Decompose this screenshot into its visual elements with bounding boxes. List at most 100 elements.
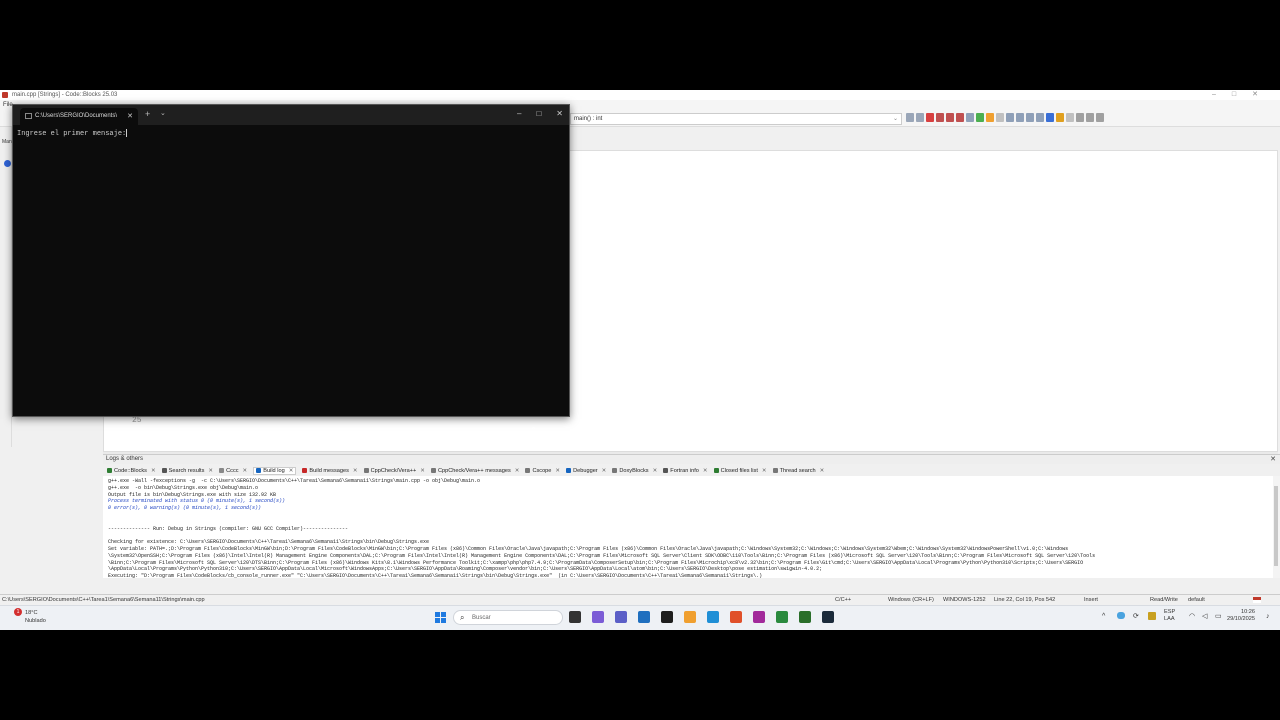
chrome-icon[interactable] [776, 611, 788, 623]
function-selector-value: main() : int [574, 116, 603, 122]
bookmark-clear-icon[interactable] [956, 113, 964, 122]
bookmark-prev-icon[interactable] [936, 113, 944, 122]
norton-icon[interactable] [1148, 612, 1156, 620]
project-icon[interactable] [4, 160, 11, 167]
clock[interactable]: 10:26 29/10/2025 [1227, 609, 1255, 623]
file-explorer-icon[interactable] [684, 611, 696, 623]
comment-icon[interactable] [1026, 113, 1034, 122]
blank-icon[interactable] [996, 113, 1004, 122]
cloud-icon[interactable] [1117, 612, 1125, 619]
epic-icon[interactable] [661, 611, 673, 623]
jump-icon[interactable] [966, 113, 974, 122]
pencil-icon[interactable] [986, 113, 994, 122]
tab-close-icon[interactable]: ✕ [602, 468, 607, 474]
logs-scrollbar[interactable] [1273, 476, 1280, 578]
onenote-icon[interactable] [753, 611, 765, 623]
tab-close-icon[interactable]: ✕ [243, 468, 248, 474]
tab-close-icon[interactable]: ✕ [208, 468, 213, 474]
block-icon[interactable] [1006, 113, 1014, 122]
logs-tab[interactable]: CppCheck/Vera++ messages ✕ [430, 468, 520, 474]
weather-widget[interactable]: 1 18°C Nublado [8, 608, 46, 625]
scrollbar-thumb[interactable] [1274, 486, 1278, 566]
close-window-icon[interactable]: ✕ [556, 109, 563, 118]
logs-tab[interactable]: Closed files list ✕ [713, 468, 767, 474]
logs-tab[interactable]: Cscope ✕ [525, 468, 560, 474]
notification-bell-icon[interactable]: ♪ [1266, 613, 1270, 620]
edge-icon[interactable] [707, 611, 719, 623]
logs-tab[interactable]: Thread search ✕ [772, 467, 825, 474]
maximize-icon[interactable]: □ [536, 109, 541, 118]
chevron-up-icon[interactable]: ^ [1102, 613, 1105, 620]
logs-tab[interactable]: Build messages ✕ [302, 468, 358, 474]
step-icon[interactable] [1076, 113, 1084, 122]
dropdown-chevron-icon[interactable]: ⌄ [160, 109, 166, 117]
terminal-taskbar-icon[interactable] [822, 611, 834, 623]
logs-tab[interactable]: Fortran info ✕ [663, 468, 708, 474]
windows-taskbar: 1 18°C Nublado ⌕ Buscar ^ ⟳ ESP LAA ◠ ◁ … [0, 605, 1280, 630]
tab-close-icon[interactable]: ✕ [653, 468, 658, 474]
check-icon[interactable] [976, 113, 984, 122]
next-icon[interactable] [916, 113, 924, 122]
logs-tab[interactable]: CppCheck/Vera++ ✕ [363, 468, 425, 474]
bookmark-icon[interactable] [926, 113, 934, 122]
prev-icon[interactable] [906, 113, 914, 122]
tab-close-icon[interactable]: ✕ [762, 468, 767, 474]
terminal-tab[interactable]: C:\Users\SERGIO\Documents\ ✕ [20, 108, 138, 125]
terminal-window-controls: – □ ✕ [517, 109, 563, 118]
tab-close-icon[interactable]: ✕ [820, 468, 825, 474]
logs-tab[interactable]: Search results ✕ [161, 467, 213, 474]
step2-icon[interactable] [1086, 113, 1094, 122]
tab-close-icon[interactable]: ✕ [353, 468, 358, 474]
tab-close-icon[interactable]: ✕ [420, 468, 425, 474]
ide-window-controls[interactable]: –□✕ [1212, 90, 1274, 100]
task-view-icon[interactable] [569, 611, 581, 623]
globe-icon[interactable] [1046, 113, 1054, 122]
logs-tab[interactable]: Cccc ✕ [219, 468, 247, 474]
sync-icon[interactable]: ⟳ [1133, 612, 1139, 620]
tab-close-icon[interactable]: ✕ [703, 468, 708, 474]
function-selector[interactable]: main() : int ⌄ [570, 113, 902, 125]
logs-tab-label: DoxyBlocks [619, 467, 649, 474]
outlook-icon[interactable] [638, 611, 650, 623]
codeblocks-taskbar-icon[interactable] [799, 611, 811, 623]
copilot-icon[interactable] [592, 611, 604, 623]
battery-icon[interactable]: ▭ [1215, 612, 1222, 620]
firefox-icon[interactable] [730, 611, 742, 623]
lang-sub: LAA [1164, 616, 1175, 622]
terminal-output[interactable]: Ingrese el primer mensaje: [17, 129, 128, 138]
windows-start-icon[interactable] [435, 612, 446, 623]
uncomment-icon[interactable] [1036, 113, 1044, 122]
logs-tab[interactable]: Code::Blocks ✕ [107, 468, 156, 474]
doc-icon[interactable] [1056, 113, 1064, 122]
tab-icon [525, 468, 531, 473]
block2-icon[interactable] [1016, 113, 1024, 122]
tab-close-icon[interactable]: ✕ [151, 468, 156, 474]
terminal-window[interactable]: C:\Users\SERGIO\Documents\ ✕ + ⌄ – □ ✕ I… [12, 104, 570, 435]
logs-panel-header: Logs & others ✕ [103, 454, 1280, 464]
close-icon[interactable]: ✕ [1270, 455, 1276, 464]
new-tab-plus-icon[interactable]: + [145, 109, 150, 119]
tab-close-icon[interactable]: ✕ [289, 468, 294, 474]
tab-close-icon[interactable]: ✕ [127, 108, 133, 125]
search-placeholder: Buscar [472, 615, 491, 621]
taskbar-search[interactable]: ⌕ Buscar [453, 610, 563, 625]
logs-tab-label: Thread search [779, 467, 816, 474]
tab-icon [566, 468, 572, 473]
tab-close-icon[interactable]: ✕ [515, 468, 520, 474]
tool-icon[interactable] [1066, 113, 1074, 122]
log-line: Executing: "D:\Program Files\CodeBlocks/… [108, 573, 763, 578]
logs-tab[interactable]: DoxyBlocks ✕ [612, 468, 657, 474]
minimize-icon[interactable]: – [517, 109, 521, 118]
logs-tab[interactable]: Debugger ✕ [566, 468, 606, 474]
logs-tab[interactable]: Build log ✕ [253, 466, 297, 475]
language-indicator[interactable]: ESP LAA [1164, 609, 1175, 623]
tab-close-icon[interactable]: ✕ [555, 468, 560, 474]
stop-icon[interactable] [1096, 113, 1104, 122]
tab-icon [161, 468, 167, 473]
logs-tab-label: Search results [168, 467, 205, 474]
volume-icon[interactable]: ◁ [1202, 612, 1207, 620]
bookmark-next-icon[interactable] [946, 113, 954, 122]
wifi-icon[interactable]: ◠ [1189, 612, 1195, 620]
teams-icon[interactable] [615, 611, 627, 623]
